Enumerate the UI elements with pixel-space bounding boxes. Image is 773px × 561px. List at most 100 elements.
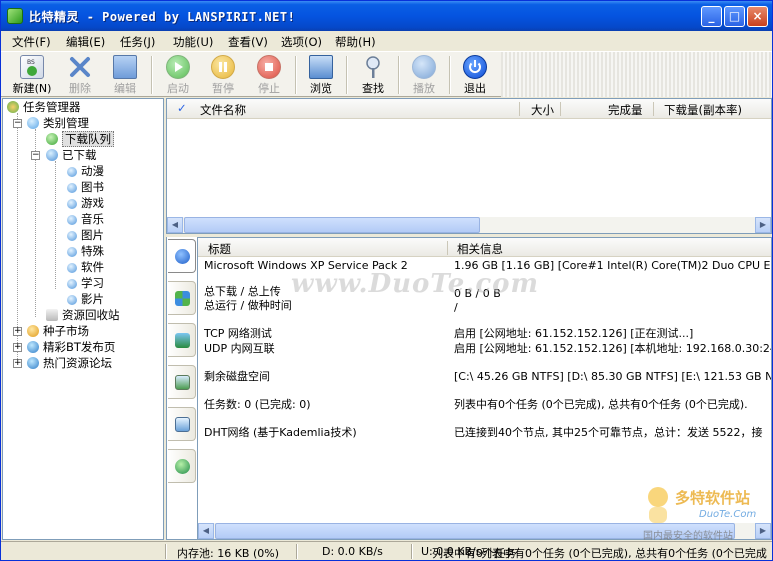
tree-node-subcategory[interactable]: 软件	[67, 259, 104, 275]
column-splitter[interactable]	[447, 241, 448, 255]
main-window: 比特精灵 - Powered by LANSPIRIT.NET! _ □ × 文…	[0, 0, 773, 561]
globe-icon	[27, 357, 39, 369]
exit-icon	[463, 55, 487, 79]
watermark: www.DuoTe.com	[291, 269, 540, 299]
new-task-icon: BS	[20, 55, 44, 79]
folder-dot-icon	[67, 279, 77, 289]
menu-edit[interactable]: 编辑(E)	[66, 34, 105, 50]
tree-node-subcategory[interactable]: 音乐	[67, 211, 104, 227]
column-info[interactable]: 相关信息	[457, 241, 503, 257]
tree-node-recycle[interactable]: 资源回收站	[46, 307, 120, 323]
stop-button[interactable]: 停止	[246, 54, 292, 96]
search-button[interactable]: 查找	[350, 54, 396, 96]
tree-node-subcategory[interactable]: 游戏	[67, 195, 104, 211]
stamp-slogan: 国内最安全的软件站	[643, 531, 733, 542]
column-filename[interactable]: 文件名称	[200, 102, 246, 118]
tree-node-category[interactable]: 类别管理	[27, 115, 89, 131]
scroll-right-arrow[interactable]: ▶	[755, 217, 771, 233]
minimize-button[interactable]: _	[701, 6, 722, 27]
people-icon	[7, 101, 19, 113]
pause-icon	[211, 55, 235, 79]
window-title: 比特精灵 - Powered by LANSPIRIT.NET!	[29, 10, 296, 24]
column-title[interactable]: 标题	[208, 241, 231, 257]
status-memory: 内存池: 16 KB (0%)	[177, 547, 279, 560]
toolbar-separator	[295, 56, 297, 94]
stamp-site: DuoTe.Com	[699, 509, 757, 520]
tree-node-bt-pages[interactable]: 精彩BT发布页	[27, 339, 115, 355]
info-row-title: 总下载 / 总上传	[204, 285, 281, 298]
expand-toggle[interactable]: −	[31, 151, 40, 160]
menu-bar: 文件(F) 编辑(E) 任务(J) 功能(U) 查看(V) 选项(O) 帮助(H…	[1, 31, 772, 51]
site-logo-stamp: 多特软件站 DuoTe.Com 国内最安全的软件站	[641, 483, 771, 542]
mascot-icon	[648, 487, 668, 523]
info-icon	[175, 249, 190, 264]
tree-node-root[interactable]: 任务管理器	[7, 99, 81, 115]
menu-view[interactable]: 查看(V)	[228, 34, 268, 50]
task-list[interactable]: ✓ 文件名称 大小 完成量 下载量(副本率) ◀ ▶	[166, 98, 772, 234]
tab-network[interactable]	[168, 449, 196, 483]
tab-general-info[interactable]	[168, 239, 196, 273]
status-bar: 内存池: 16 KB (0%) D: 0.0 KB/s U: 0.0 KB/s …	[1, 541, 772, 560]
info-row-title: DHT网络 (基于Kademlia技术)	[204, 426, 357, 439]
recycle-bin-icon	[46, 309, 58, 321]
menu-file[interactable]: 文件(F)	[12, 34, 51, 50]
menu-function[interactable]: 功能(U)	[173, 34, 213, 50]
tree-node-downloaded[interactable]: 已下载	[46, 147, 97, 163]
tree-node-subcategory[interactable]: 特殊	[67, 243, 104, 259]
task-list-header: ✓ 文件名称 大小 完成量 下载量(副本率)	[167, 99, 771, 119]
tree-node-forums[interactable]: 热门资源论坛	[27, 355, 112, 371]
menu-options[interactable]: 选项(O)	[281, 34, 322, 50]
column-splitter[interactable]	[653, 102, 654, 116]
task-list-hscrollbar[interactable]: ◀ ▶	[167, 217, 771, 233]
column-downloaded[interactable]: 下载量(副本率)	[664, 102, 742, 118]
tab-log[interactable]	[168, 365, 196, 399]
scroll-left-arrow[interactable]: ◀	[198, 523, 214, 539]
delete-button[interactable]: 删除	[57, 54, 103, 96]
tree-node-subcategory[interactable]: 图书	[67, 179, 104, 195]
play-button[interactable]: 播放	[401, 54, 447, 96]
new-task-button[interactable]: BS 新建(N)	[9, 54, 55, 96]
expand-toggle[interactable]: +	[13, 327, 22, 336]
expand-toggle[interactable]: +	[13, 343, 22, 352]
stop-icon	[257, 55, 281, 79]
menu-task[interactable]: 任务(J)	[120, 34, 155, 50]
tab-files[interactable]	[168, 323, 196, 357]
tree-node-torrent-market[interactable]: 种子市场	[27, 323, 89, 339]
edit-button[interactable]: 编辑	[102, 54, 148, 96]
column-splitter[interactable]	[560, 102, 561, 116]
scroll-left-arrow[interactable]: ◀	[167, 217, 183, 233]
column-completed[interactable]: 完成量	[608, 102, 643, 118]
tab-peers[interactable]	[168, 281, 196, 315]
start-button[interactable]: 启动	[155, 54, 201, 96]
info-row-value: [C:\ 45.26 GB NTFS] [D:\ 85.30 GB NTFS] …	[454, 370, 772, 383]
column-size[interactable]: 大小	[531, 102, 554, 118]
tab-details[interactable]	[168, 407, 196, 441]
tree-node-subcategory[interactable]: 影片	[67, 291, 104, 307]
toolbar-separator	[398, 56, 400, 94]
globe-icon	[27, 341, 39, 353]
toolbar: BS 新建(N) 删除 编辑 启动 暂停 停止 浏览 查找 播放 退出	[1, 51, 772, 97]
maximize-button[interactable]: □	[724, 6, 745, 27]
pause-button[interactable]: 暂停	[200, 54, 246, 96]
expand-toggle[interactable]: −	[13, 119, 22, 128]
tree-node-subcategory[interactable]: 学习	[67, 275, 104, 291]
info-row-title: 总运行 / 做种时间	[204, 299, 292, 312]
exit-button[interactable]: 退出	[452, 54, 498, 96]
network-globe-icon	[175, 459, 190, 474]
tree-node-subcategory[interactable]: 动漫	[67, 163, 104, 179]
title-bar[interactable]: 比特精灵 - Powered by LANSPIRIT.NET! _ □ ×	[1, 1, 772, 31]
scroll-thumb[interactable]	[184, 217, 480, 233]
status-separator	[296, 544, 298, 559]
info-side-tabs	[166, 237, 197, 540]
expand-toggle[interactable]: +	[13, 359, 22, 368]
column-splitter[interactable]	[519, 102, 520, 116]
tree-node-subcategory[interactable]: 图片	[67, 227, 104, 243]
info-row-value: 已连接到40个节点, 其中25个可靠节点，总计：发送 5522，接	[454, 426, 763, 439]
tree-node-queue[interactable]: 下载队列	[46, 131, 114, 147]
menu-help[interactable]: 帮助(H)	[335, 34, 376, 50]
delete-icon	[68, 55, 92, 79]
status-separator	[411, 544, 413, 559]
check-icon[interactable]: ✓	[177, 101, 187, 115]
close-button[interactable]: ×	[747, 6, 768, 27]
browse-button[interactable]: 浏览	[298, 54, 344, 96]
